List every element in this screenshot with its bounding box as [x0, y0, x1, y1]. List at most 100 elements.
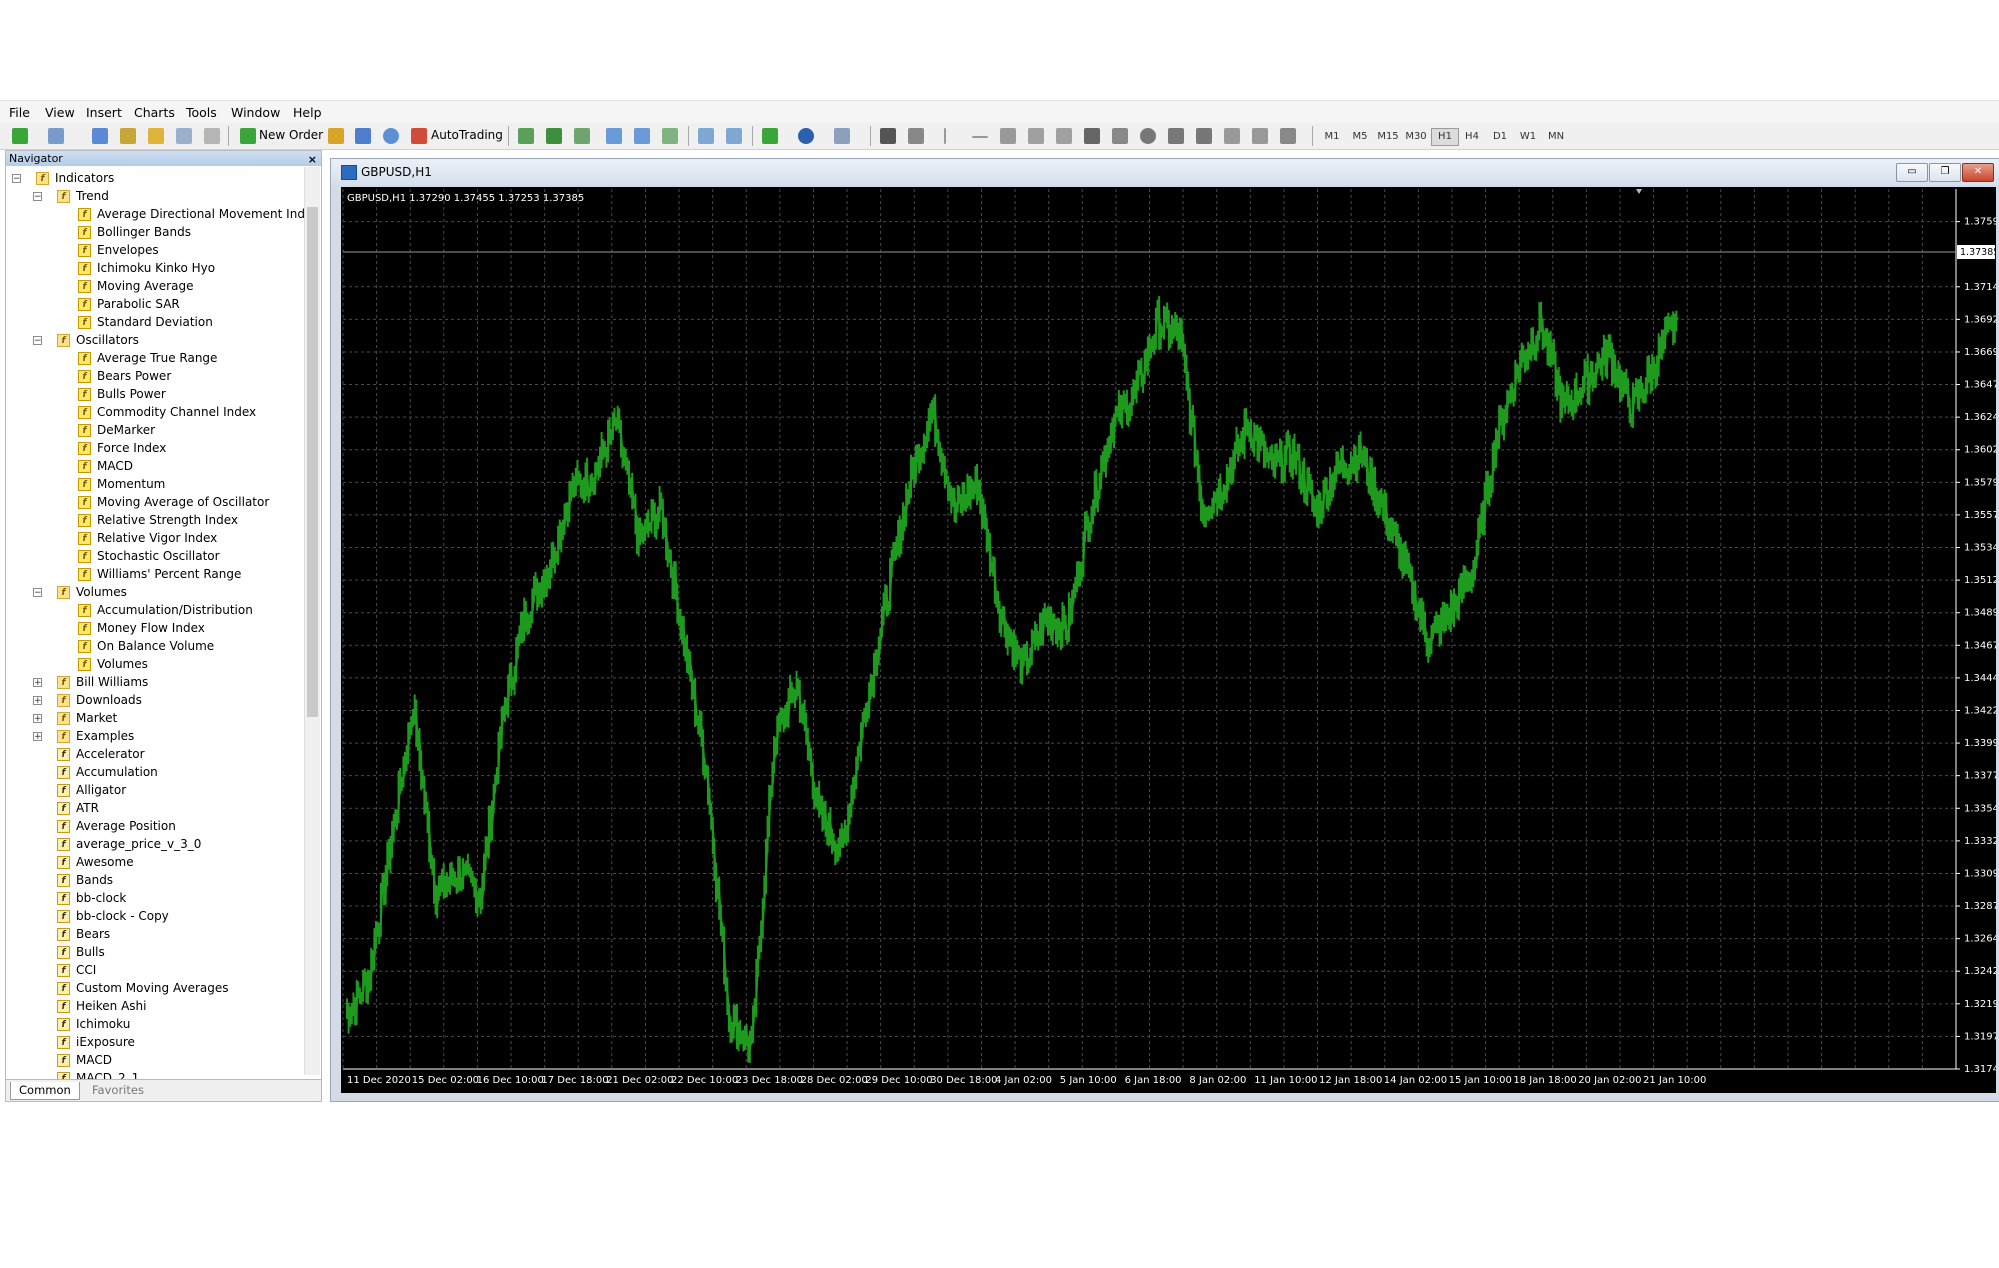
indicator-item[interactable]: f Moving Average — [78, 277, 193, 295]
rectangle-icon[interactable] — [1196, 128, 1212, 144]
indicator-item[interactable]: f Relative Vigor Index — [78, 529, 217, 547]
templates-icon[interactable] — [834, 128, 850, 144]
periods-icon[interactable] — [798, 128, 814, 144]
custom-indicator-item[interactable]: f Accelerator — [57, 745, 145, 763]
indicator-item[interactable]: f Accumulation/Distribution — [78, 601, 253, 619]
custom-indicator-item[interactable]: f bb-clock — [57, 889, 126, 907]
market-watch-icon[interactable] — [92, 128, 108, 144]
minimize-button[interactable]: ▭ — [1896, 163, 1928, 182]
indicator-item[interactable]: f Volumes — [78, 655, 148, 673]
indicator-item[interactable]: f Williams' Percent Range — [78, 565, 241, 583]
close-button[interactable]: ✕ — [1962, 163, 1994, 182]
menu-tools[interactable]: Tools — [186, 105, 217, 120]
custom-indicator-item[interactable]: f ATR — [57, 799, 99, 817]
indicator-item[interactable]: f Moving Average of Oscillator — [78, 493, 269, 511]
indicator-item[interactable]: f Relative Strength Index — [78, 511, 238, 529]
new-chart-icon[interactable] — [12, 128, 28, 144]
navigator-scrollbar[interactable] — [304, 167, 320, 1075]
chart-shift-icon[interactable] — [726, 128, 742, 144]
navigator-scroll-thumb[interactable] — [307, 207, 318, 717]
tree-group-volumes[interactable]: − f Volumes — [33, 583, 127, 601]
custom-indicator-item[interactable]: f Bears — [57, 925, 110, 943]
custom-indicator-item[interactable]: f Alligator — [57, 781, 126, 799]
gann-fan-icon[interactable] — [1224, 128, 1240, 144]
timeframe-m15[interactable]: M15 — [1375, 129, 1401, 145]
metaeditor-icon[interactable] — [328, 128, 344, 144]
indicator-item[interactable]: f Commodity Channel Index — [78, 403, 256, 421]
tree-folder-market[interactable]: + f Market — [33, 709, 117, 727]
price-chart[interactable]: 1.37595 1.37145 1.36920 1.36695 1.36470 1.362… — [341, 187, 1996, 1093]
indicator-item[interactable]: f Bollinger Bands — [78, 223, 191, 241]
timeframe-m30[interactable]: M30 — [1403, 129, 1429, 145]
tree-group-trend[interactable]: − f Trend — [33, 187, 109, 205]
indicator-item[interactable]: f On Balance Volume — [78, 637, 214, 655]
indicator-item[interactable]: f Stochastic Oscillator — [78, 547, 220, 565]
fibonacci-icon[interactable] — [1056, 128, 1072, 144]
expand-icon[interactable]: + — [33, 678, 42, 688]
new-order-button[interactable]: New Order — [259, 128, 323, 146]
indicator-item[interactable]: f Average Directional Movement Index — [78, 205, 319, 223]
expand-icon[interactable]: + — [33, 714, 42, 724]
zoom-out-icon[interactable] — [634, 128, 650, 144]
custom-indicator-item[interactable]: f Heiken Ashi — [57, 997, 146, 1015]
strategy-tester-icon[interactable] — [204, 128, 220, 144]
text-icon[interactable] — [1084, 128, 1100, 144]
indicator-item[interactable]: f Parabolic SAR — [78, 295, 180, 313]
custom-indicator-item[interactable]: f iExposure — [57, 1033, 135, 1051]
menu-view[interactable]: View — [45, 105, 75, 120]
timeframe-mn[interactable]: MN — [1543, 129, 1569, 145]
community-icon[interactable] — [383, 128, 399, 144]
custom-indicator-item[interactable]: f Custom Moving Averages — [57, 979, 228, 997]
menu-help[interactable]: Help — [293, 105, 322, 120]
custom-indicator-item[interactable]: f average_price_v_3_0 — [57, 835, 201, 853]
trendline-icon[interactable] — [1000, 128, 1016, 144]
profiles-icon[interactable] — [48, 128, 64, 144]
crosshair-icon[interactable] — [908, 128, 924, 144]
indicator-item[interactable]: f Average True Range — [78, 349, 217, 367]
timeframe-w1[interactable]: W1 — [1515, 129, 1541, 145]
zoom-in-icon[interactable] — [606, 128, 622, 144]
indicator-item[interactable]: f Bears Power — [78, 367, 171, 385]
vertical-line-icon[interactable] — [944, 128, 946, 144]
collapse-icon[interactable]: − — [12, 174, 21, 184]
navigator-icon[interactable] — [148, 128, 164, 144]
ellipse-icon[interactable] — [1140, 128, 1156, 144]
arrows-icon[interactable] — [1280, 128, 1296, 144]
navigator-close-button[interactable]: × — [308, 152, 317, 167]
horizontal-line-icon[interactable] — [972, 136, 988, 138]
indicators-icon[interactable] — [762, 128, 778, 144]
custom-indicator-item[interactable]: f CCI — [57, 961, 96, 979]
chart-svg[interactable]: 1.37595 1.37145 1.36920 1.36695 1.36470 1.362… — [341, 187, 1996, 1093]
timeframe-m5[interactable]: M5 — [1347, 129, 1373, 145]
equidistant-channel-icon[interactable] — [1028, 128, 1044, 144]
autotrading-button[interactable]: AutoTrading — [431, 128, 503, 146]
auto-scroll-icon[interactable] — [698, 128, 714, 144]
line-chart-icon[interactable] — [574, 128, 590, 144]
indicator-item[interactable]: f Bulls Power — [78, 385, 166, 403]
indicator-item[interactable]: f MACD — [78, 457, 133, 475]
timeframe-d1[interactable]: D1 — [1487, 129, 1513, 145]
collapse-icon[interactable]: − — [33, 336, 42, 346]
custom-indicator-item[interactable]: f Bulls — [57, 943, 105, 961]
indicator-item[interactable]: f Ichimoku Kinko Hyo — [78, 259, 215, 277]
custom-indicator-item[interactable]: f Average Position — [57, 817, 176, 835]
custom-indicator-item[interactable]: f Bands — [57, 871, 113, 889]
cursor-icon[interactable] — [880, 128, 896, 144]
tab-common[interactable]: Common — [10, 1082, 80, 1100]
expand-icon[interactable]: + — [33, 696, 42, 706]
indicator-item[interactable]: f Envelopes — [78, 241, 159, 259]
tree-root-indicators[interactable]: − f Indicators — [12, 169, 114, 187]
data-window-icon[interactable] — [120, 128, 136, 144]
indicator-item[interactable]: f Force Index — [78, 439, 166, 457]
tree-folder-bill-williams[interactable]: + f Bill Williams — [33, 673, 148, 691]
restore-button[interactable]: ❐ — [1929, 163, 1961, 182]
indicator-item[interactable]: f Standard Deviation — [78, 313, 213, 331]
fibo-time-zones-icon[interactable] — [1252, 128, 1268, 144]
autotrading-icon[interactable] — [411, 128, 427, 144]
menu-window[interactable]: Window — [231, 105, 280, 120]
signals-icon[interactable] — [355, 128, 371, 144]
collapse-icon[interactable]: − — [33, 192, 42, 202]
menu-charts[interactable]: Charts — [134, 105, 175, 120]
menu-file[interactable]: File — [9, 105, 30, 120]
timeframe-h1[interactable]: H1 — [1431, 128, 1459, 146]
